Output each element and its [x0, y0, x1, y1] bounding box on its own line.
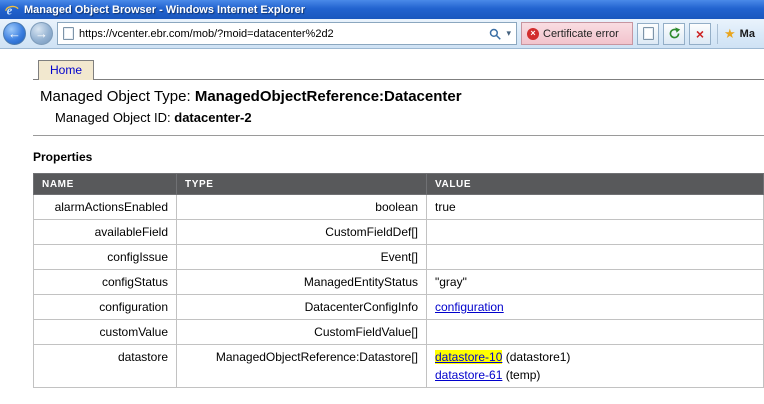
property-value: configuration: [427, 295, 764, 320]
compatibility-view-icon: [643, 27, 654, 40]
svg-text:e: e: [7, 3, 13, 17]
table-row: availableField CustomFieldDef[]: [34, 220, 764, 245]
property-type: CustomFieldDef[]: [177, 220, 427, 245]
property-value: true: [427, 195, 764, 220]
property-name: availableField: [34, 220, 177, 245]
forward-button[interactable]: →: [30, 22, 53, 45]
stop-button[interactable]: ×: [689, 23, 711, 45]
url-text: https://vcenter.ebr.com/mob/?moid=datace…: [79, 28, 484, 40]
certificate-error-icon: ×: [527, 28, 539, 40]
table-row: configuration DatacenterConfigInfo confi…: [34, 295, 764, 320]
property-name: configIssue: [34, 245, 177, 270]
managed-object-type-value: ManagedObjectReference:Datacenter: [195, 88, 462, 105]
navigation-toolbar: ← → https://vcenter.ebr.com/mob/?moid=da…: [0, 19, 764, 49]
certificate-error-label: Certificate error: [543, 28, 619, 40]
managed-object-type-heading: Managed Object Type: ManagedObjectRefere…: [40, 88, 764, 105]
datastore-61-link[interactable]: datastore-61: [435, 368, 502, 382]
managed-object-id-label: Managed Object ID:: [55, 110, 171, 125]
managed-object-type-label: Managed Object Type:: [40, 88, 191, 105]
table-row: configStatus ManagedEntityStatus "gray": [34, 270, 764, 295]
titlebar: e Managed Object Browser - Windows Inter…: [0, 0, 764, 19]
property-type: ManagedObjectReference:Datastore[]: [177, 345, 427, 388]
back-icon: ←: [8, 27, 21, 40]
property-type: ManagedEntityStatus: [177, 270, 427, 295]
refresh-icon: [668, 27, 681, 40]
tabs-row: Home: [33, 59, 764, 80]
column-header-value: VALUE: [427, 174, 764, 195]
property-type: boolean: [177, 195, 427, 220]
managed-object-id-heading: Managed Object ID: datacenter-2: [40, 105, 764, 125]
property-type: Event[]: [177, 245, 427, 270]
managed-object-id-value: datacenter-2: [174, 110, 251, 125]
table-row: alarmActionsEnabled boolean true: [34, 195, 764, 220]
property-value: datastore-10 (datastore1) datastore-61 (…: [427, 345, 764, 388]
datastore-value-line: datastore-61 (temp): [435, 368, 755, 383]
command-bar-partial[interactable]: ★ Ma: [724, 27, 761, 40]
properties-title: Properties: [33, 150, 764, 164]
property-value: [427, 320, 764, 345]
table-header-row: NAME TYPE VALUE: [34, 174, 764, 195]
tab-home[interactable]: Home: [38, 60, 94, 80]
property-name: alarmActionsEnabled: [34, 195, 177, 220]
table-row: datastore ManagedObjectReference:Datasto…: [34, 345, 764, 388]
toolbar-separator: [717, 24, 718, 44]
page-content: Home Managed Object Type: ManagedObjectR…: [0, 49, 764, 404]
ie-logo-icon: e: [5, 3, 19, 17]
property-value: [427, 220, 764, 245]
refresh-button[interactable]: [663, 23, 685, 45]
property-value: [427, 245, 764, 270]
table-row: customValue CustomFieldValue[]: [34, 320, 764, 345]
column-header-name: NAME: [34, 174, 177, 195]
window-title: Managed Object Browser - Windows Interne…: [24, 4, 305, 16]
chevron-down-icon[interactable]: ▾: [506, 28, 511, 39]
property-name: configuration: [34, 295, 177, 320]
heading-section: Managed Object Type: ManagedObjectRefere…: [33, 80, 764, 136]
datastore-10-link[interactable]: datastore-10: [435, 350, 502, 364]
back-button[interactable]: ←: [3, 22, 26, 45]
forward-icon: →: [35, 27, 48, 40]
browser-window: e Managed Object Browser - Windows Inter…: [0, 0, 764, 404]
search-icon[interactable]: [489, 28, 501, 40]
stop-icon: ×: [696, 27, 704, 41]
property-type: CustomFieldValue[]: [177, 320, 427, 345]
page-icon[interactable]: [63, 27, 74, 40]
table-row: configIssue Event[]: [34, 245, 764, 270]
certificate-error-badge[interactable]: × Certificate error: [521, 22, 633, 45]
properties-table: NAME TYPE VALUE alarmActionsEnabled bool…: [33, 173, 764, 388]
datastore-10-suffix: (datastore1): [502, 350, 570, 364]
column-header-type: TYPE: [177, 174, 427, 195]
star-icon: ★: [724, 27, 736, 40]
property-name: customValue: [34, 320, 177, 345]
compatibility-view-button[interactable]: [637, 23, 659, 45]
property-type: DatacenterConfigInfo: [177, 295, 427, 320]
configuration-link[interactable]: configuration: [435, 300, 504, 314]
property-name: configStatus: [34, 270, 177, 295]
property-value: "gray": [427, 270, 764, 295]
property-name: datastore: [34, 345, 177, 388]
partial-label: Ma: [740, 28, 755, 40]
datastore-value-line: datastore-10 (datastore1): [435, 350, 755, 365]
datastore-61-suffix: (temp): [502, 368, 540, 382]
address-bar[interactable]: https://vcenter.ebr.com/mob/?moid=datace…: [57, 22, 517, 45]
